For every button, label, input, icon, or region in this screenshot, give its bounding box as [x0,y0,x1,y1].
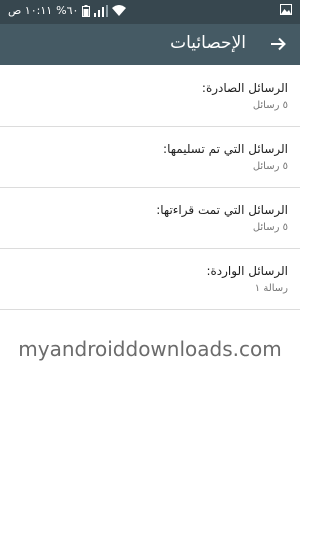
stats-item-label: الرسائل الصادرة: [201,81,288,95]
battery-icon [82,4,91,17]
gallery-notification-icon [280,4,292,15]
stats-item-sent[interactable]: الرسائل الصادرة: ٥ رسائل [0,66,300,127]
stats-item-read[interactable]: الرسائل التي تمت قراءتها: ٥ رسائل [0,188,300,249]
wifi-icon [112,5,127,16]
back-arrow-icon[interactable] [268,34,288,54]
stats-item-label: الرسائل التي تم تسليمها: [163,142,288,156]
stats-item-value: ٥ رسائل [252,222,288,233]
stats-item-label: الرسائل التي تمت قراءتها: [156,203,288,217]
status-icons: ١٠:١١ ص %٦٠ [8,4,127,17]
status-time: ١٠:١١ ص [8,4,53,17]
stats-list: الرسائل الصادرة: ٥ رسائل الرسائل التي تم… [0,66,300,310]
stats-item-delivered[interactable]: الرسائل التي تم تسليمها: ٥ رسائل [0,127,300,188]
signal-icon [94,4,109,17]
stats-item-received[interactable]: الرسائل الواردة: رسالة ١ [0,249,300,310]
watermark: myandroiddownloads.com [18,337,282,361]
status-bar: ١٠:١١ ص %٦٠ [0,0,300,24]
battery-percentage: %٦٠ [56,4,79,17]
stats-item-value: ٥ رسائل [252,161,288,172]
stats-item-label: الرسائل الواردة: [206,264,288,278]
app-bar: الإحصائيات [0,24,300,65]
stats-item-value: رسالة ١ [254,283,288,294]
stats-item-value: ٥ رسائل [252,100,288,111]
page-title: الإحصائيات [170,33,246,53]
